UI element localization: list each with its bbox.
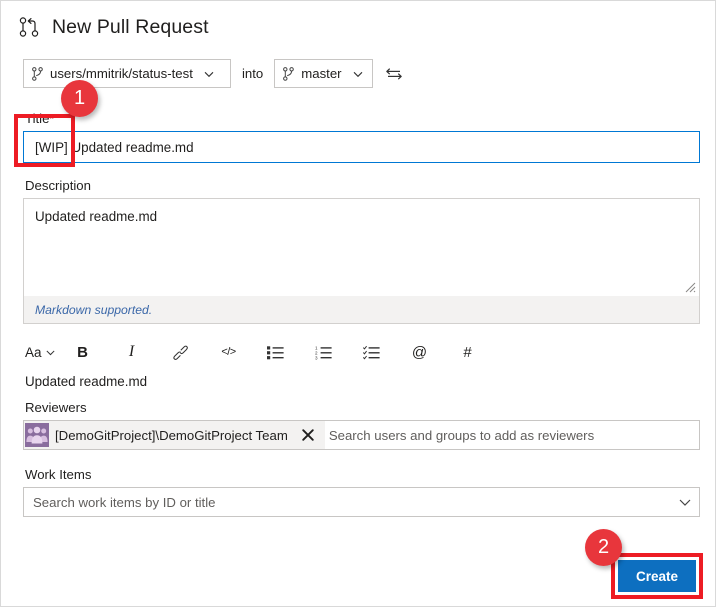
reviewers-search-input[interactable]: [324, 421, 699, 449]
chevron-down-icon: [353, 71, 362, 77]
description-preview-text: Updated readme.md: [25, 374, 148, 389]
code-icon: </>: [221, 346, 236, 358]
markdown-toolbar: Aa B I </> 1 2 3 @ #: [23, 337, 700, 367]
font-size-dropdown[interactable]: Aa: [23, 338, 56, 366]
bold-button[interactable]: B: [72, 338, 94, 366]
title-label: Title*: [25, 111, 54, 126]
italic-icon: I: [128, 343, 135, 360]
resize-grip-icon[interactable]: [684, 281, 696, 293]
source-branch-name: users/mmitrik/status-test: [50, 66, 193, 81]
chevron-down-icon: [679, 499, 691, 506]
annotation-badge-2: 2: [585, 529, 622, 566]
close-icon[interactable]: [300, 427, 316, 443]
reviewer-chip-text: [DemoGitProject]\DemoGitProject Team: [55, 427, 288, 443]
task-list-button[interactable]: [361, 338, 383, 366]
work-items-search-input[interactable]: [24, 488, 671, 516]
target-branch-name: master: [301, 66, 342, 81]
description-box: Markdown supported.: [23, 198, 700, 324]
branch-selection-row: users/mmitrik/status-test into master: [23, 59, 404, 88]
swap-branches-button[interactable]: [384, 64, 404, 84]
chevron-down-icon: [45, 350, 55, 355]
bold-icon: B: [77, 343, 88, 361]
markdown-supported-footer: Markdown supported.: [24, 296, 699, 323]
font-size-label: Aa: [25, 344, 42, 360]
work-items-field: [23, 487, 700, 517]
title-required-marker: *: [49, 112, 55, 126]
numbered-list-icon: 1 2 3: [315, 345, 332, 360]
page-title: New Pull Request: [52, 15, 209, 38]
italic-button[interactable]: I: [121, 338, 143, 366]
into-label: into: [242, 66, 264, 81]
page-header: New Pull Request: [18, 15, 209, 39]
bulleted-list-button[interactable]: [265, 338, 287, 366]
create-button[interactable]: Create: [618, 560, 696, 592]
target-branch-selector[interactable]: master: [274, 59, 373, 88]
task-list-icon: [363, 345, 380, 359]
mention-button[interactable]: @: [409, 338, 431, 366]
hash-icon: #: [463, 343, 472, 361]
work-items-label: Work Items: [25, 467, 92, 482]
code-button[interactable]: </>: [218, 338, 240, 366]
reviewer-chip[interactable]: [DemoGitProject]\DemoGitProject Team: [24, 421, 325, 449]
description-label: Description: [25, 178, 91, 193]
bulleted-list-icon: [267, 345, 284, 359]
chevron-down-icon: [204, 71, 214, 77]
link-button[interactable]: [170, 338, 192, 366]
numbered-list-button[interactable]: 1 2 3: [313, 338, 335, 366]
title-input[interactable]: [23, 131, 700, 163]
git-branch-icon: [283, 66, 295, 81]
reviewers-label: Reviewers: [25, 400, 87, 415]
markdown-supported-text: Markdown supported.: [35, 302, 153, 317]
work-items-dropdown-button[interactable]: [671, 495, 699, 509]
git-branch-icon: [32, 66, 43, 81]
at-mention-icon: @: [411, 343, 428, 361]
new-pull-request-page: New Pull Request users/mmitrik/status-te…: [0, 0, 716, 607]
description-textarea[interactable]: [24, 199, 699, 297]
reviewers-field: [DemoGitProject]\DemoGitProject Team: [23, 420, 700, 450]
swap-branches-icon: [385, 67, 402, 79]
link-icon: [173, 345, 188, 360]
source-branch-selector[interactable]: users/mmitrik/status-test: [23, 59, 231, 88]
title-label-text: Title: [25, 111, 50, 126]
svg-text:3: 3: [315, 355, 318, 360]
pull-request-icon: [19, 17, 39, 37]
group-avatar-icon: [25, 423, 49, 447]
work-item-button[interactable]: #: [457, 338, 479, 366]
